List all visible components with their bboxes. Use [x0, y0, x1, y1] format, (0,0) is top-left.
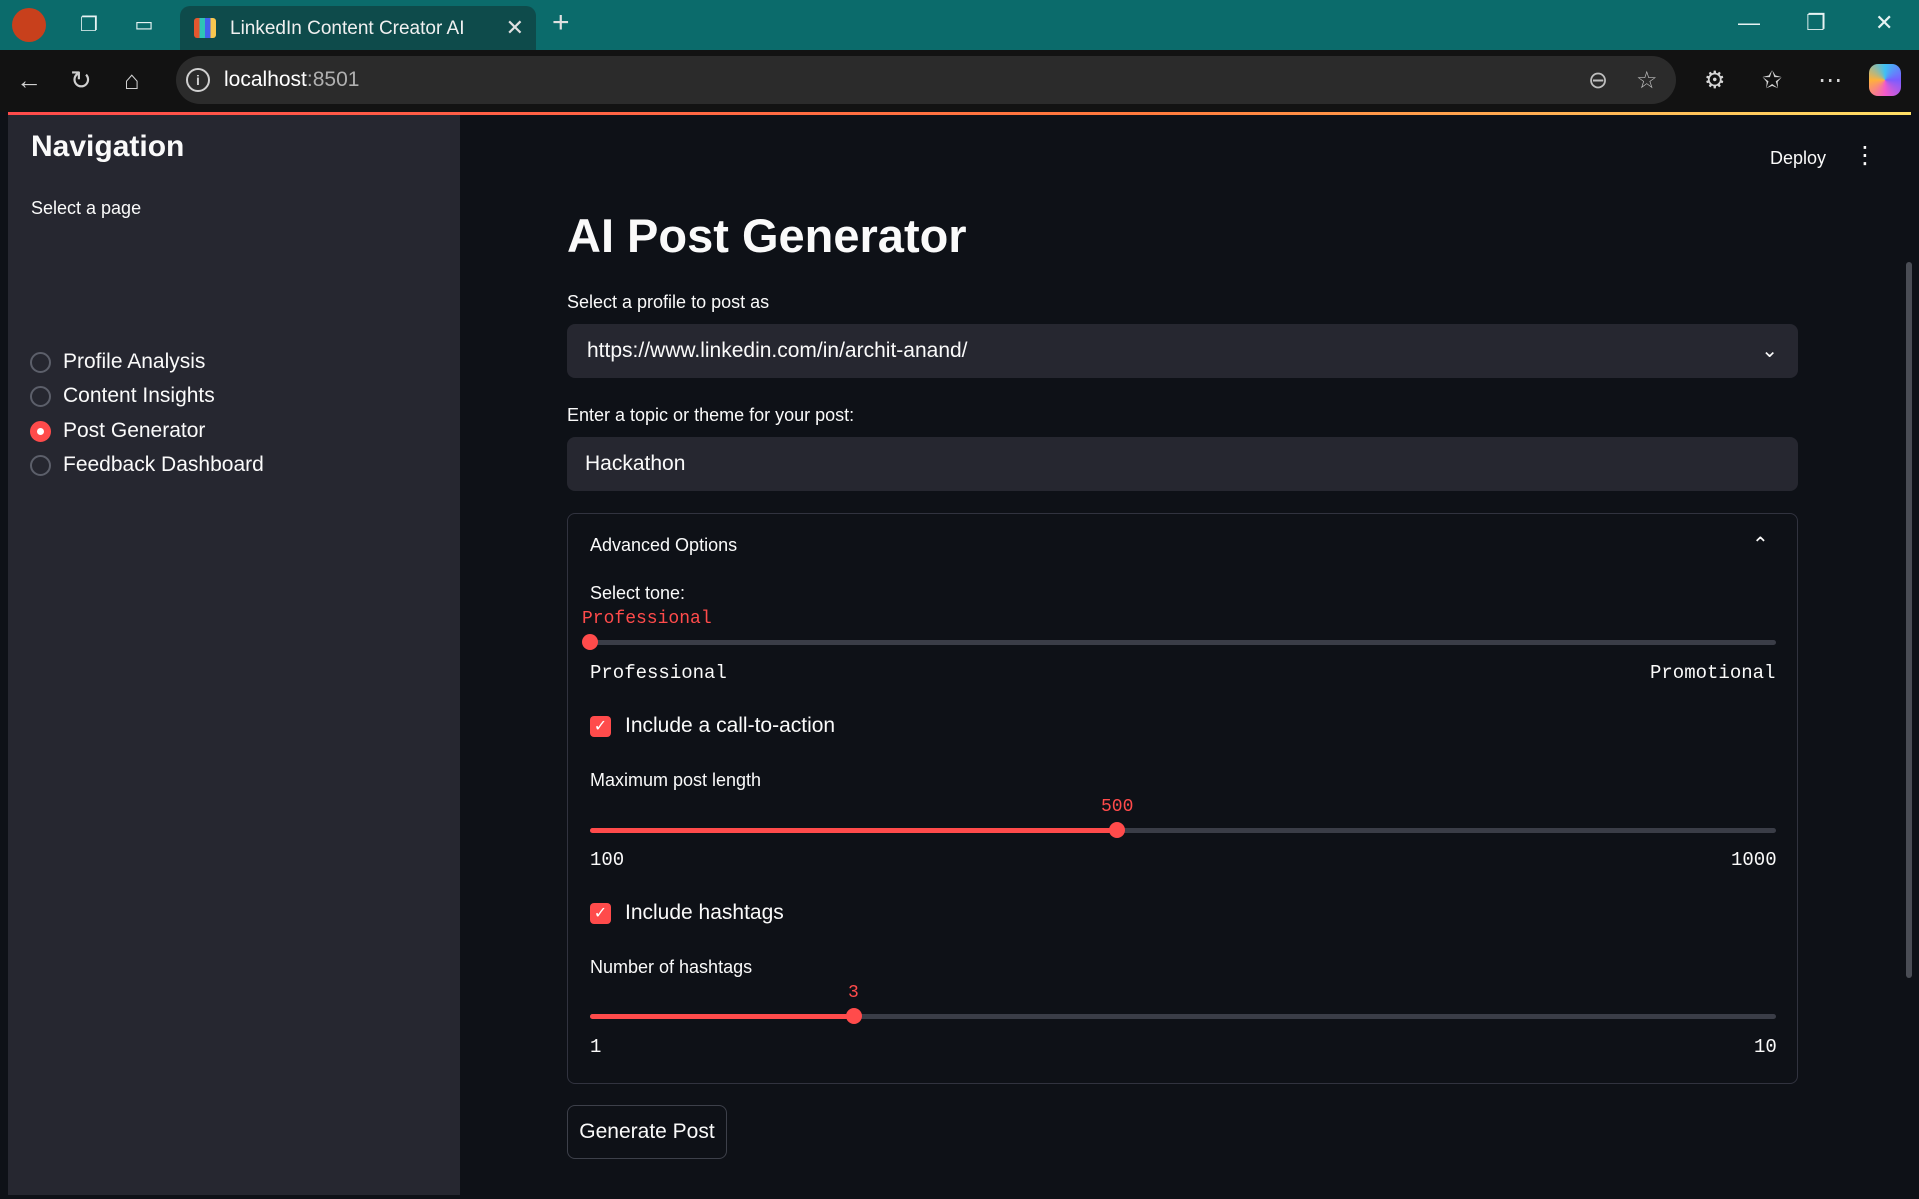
advanced-options-expander	[567, 513, 1798, 1084]
sidebar	[8, 115, 460, 1195]
new-tab-icon[interactable]: +	[552, 8, 570, 38]
cta-checkbox-label: Include a call-to-action	[625, 714, 836, 737]
sidebar-item-label: Post Generator	[63, 419, 206, 442]
workspaces-icon[interactable]: ❐	[76, 12, 102, 38]
profile-select-value: https://www.linkedin.com/in/archit-anand…	[587, 339, 968, 362]
main-menu-icon[interactable]: ⋮	[1853, 144, 1877, 168]
address-bar[interactable]: i localhost:8501 ⊖ ☆	[176, 56, 1676, 104]
browser-titlebar: ❐ ▭ LinkedIn Content Creator AI ✕ + — ❐ …	[0, 0, 1919, 50]
browser-tab[interactable]: LinkedIn Content Creator AI ✕	[180, 6, 536, 50]
tab-actions-icon[interactable]: ▭	[131, 12, 157, 38]
favorite-star-icon[interactable]: ☆	[1636, 66, 1658, 95]
num-hashtags-min-label: 1	[590, 1036, 602, 1058]
sidebar-item-label: Profile Analysis	[63, 350, 206, 373]
url-host: localhost	[224, 68, 307, 91]
tab-favicon-icon	[194, 18, 216, 38]
address-bar-row: ← ↻ ⌂ i localhost:8501 ⊖ ☆ ⚙ ✩ ⋯	[0, 50, 1919, 112]
close-tab-icon[interactable]: ✕	[506, 15, 524, 41]
page-select-label: Select a page	[31, 198, 142, 218]
sidebar-item-label: Content Insights	[63, 384, 215, 407]
sidebar-item-feedback-dashboard[interactable]: Feedback Dashboard	[30, 451, 264, 479]
length-value: 500	[1101, 797, 1134, 817]
length-min-label: 100	[590, 849, 625, 871]
num-hashtags-label: Number of hashtags	[590, 957, 753, 977]
scrollbar[interactable]	[1906, 262, 1912, 978]
restore-icon[interactable]: ❐	[1806, 10, 1826, 36]
refresh-icon[interactable]: ↻	[70, 65, 92, 95]
chevron-up-icon[interactable]: ⌃	[1752, 532, 1769, 557]
hashtags-checkbox-row[interactable]: ✓ Include hashtags	[590, 899, 784, 927]
home-icon[interactable]: ⌂	[124, 65, 140, 95]
sidebar-item-profile-analysis[interactable]: Profile Analysis	[30, 348, 205, 376]
copilot-icon[interactable]	[1869, 64, 1901, 96]
tone-max-label: Promotional	[1650, 662, 1776, 684]
num-hashtags-max-label: 10	[1754, 1036, 1777, 1058]
tone-label: Select tone:	[590, 583, 686, 603]
back-icon[interactable]: ←	[16, 65, 42, 95]
url-port: :8501	[306, 68, 360, 91]
num-hashtags-slider[interactable]	[590, 1008, 1776, 1024]
radio-button[interactable]	[30, 385, 51, 407]
sidebar-title: Navigation	[31, 130, 185, 163]
topic-input[interactable]	[567, 437, 1798, 491]
tab-title: LinkedIn Content Creator AI	[230, 18, 465, 39]
more-menu-icon[interactable]: ⋯	[1818, 66, 1842, 95]
radio-button[interactable]	[30, 454, 51, 476]
site-info-icon[interactable]: i	[186, 68, 210, 92]
tone-value: Professional	[582, 609, 712, 629]
sidebar-item-content-insights[interactable]: Content Insights	[30, 382, 215, 410]
favorites-icon[interactable]: ✩	[1762, 66, 1782, 95]
slider-thumb[interactable]	[1109, 822, 1126, 838]
hashtags-checkbox[interactable]: ✓	[590, 902, 611, 924]
length-slider[interactable]	[590, 822, 1776, 838]
chevron-down-icon[interactable]: ⌄	[1761, 338, 1778, 363]
sidebar-item-label: Feedback Dashboard	[63, 453, 264, 476]
slider-fill	[590, 1014, 854, 1019]
topic-input-label: Enter a topic or theme for your post:	[567, 405, 855, 425]
advanced-options-header[interactable]: Advanced Options	[590, 535, 737, 556]
radio-button[interactable]	[30, 351, 51, 373]
close-window-icon[interactable]: ✕	[1875, 10, 1893, 36]
sidebar-item-post-generator[interactable]: Post Generator	[30, 417, 205, 445]
hashtags-checkbox-label: Include hashtags	[625, 901, 784, 924]
num-hashtags-value: 3	[848, 983, 859, 1003]
page-title: AI Post Generator	[567, 209, 967, 262]
radio-button-selected[interactable]	[30, 420, 51, 442]
tone-slider[interactable]	[582, 634, 1776, 650]
zoom-out-icon[interactable]: ⊖	[1588, 66, 1608, 95]
generate-post-button[interactable]: Generate Post	[567, 1105, 727, 1159]
deploy-button[interactable]: Deploy	[1770, 148, 1826, 169]
browser-profile-avatar[interactable]	[12, 8, 46, 42]
profile-select-label: Select a profile to post as	[567, 292, 770, 312]
minimize-icon[interactable]: —	[1738, 10, 1760, 36]
slider-thumb[interactable]	[582, 634, 598, 650]
length-label: Maximum post length	[590, 770, 762, 790]
length-max-label: 1000	[1731, 849, 1777, 871]
extensions-icon[interactable]: ⚙	[1704, 66, 1726, 95]
profile-select[interactable]: https://www.linkedin.com/in/archit-anand…	[567, 324, 1798, 378]
slider-thumb[interactable]	[845, 1008, 862, 1024]
cta-checkbox-row[interactable]: ✓ Include a call-to-action	[590, 712, 835, 740]
address-url[interactable]: localhost:8501	[224, 68, 359, 92]
cta-checkbox[interactable]: ✓	[590, 715, 611, 737]
tone-min-label: Professional	[590, 662, 727, 684]
slider-fill	[590, 828, 1118, 833]
